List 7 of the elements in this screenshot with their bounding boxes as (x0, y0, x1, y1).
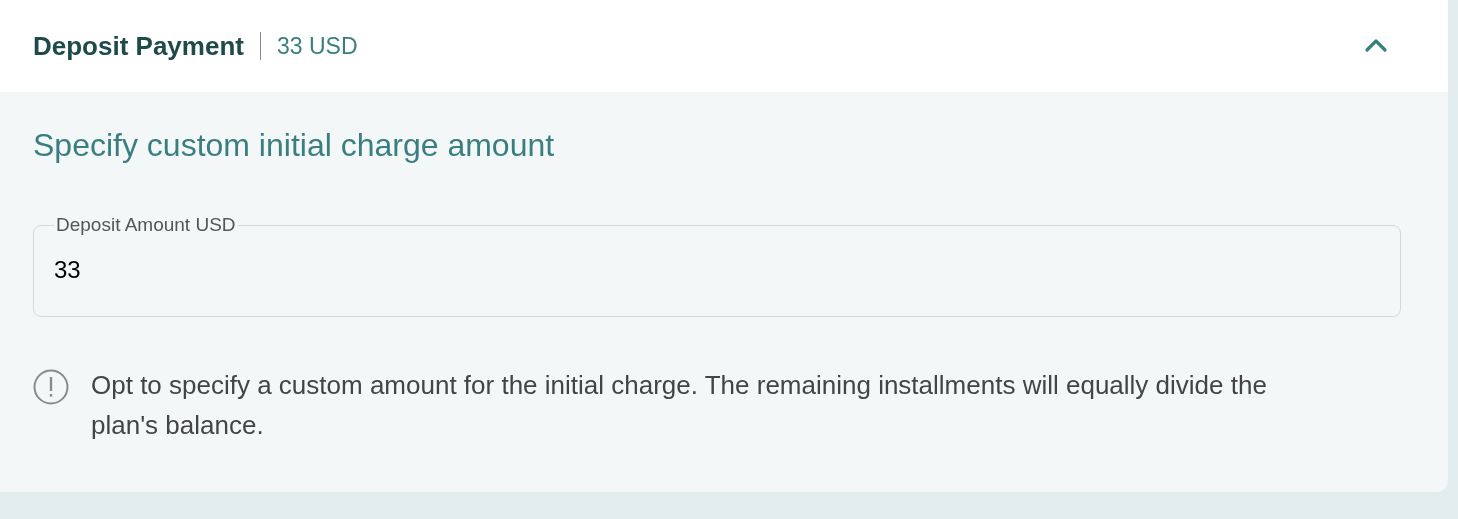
section-heading: Specify custom initial charge amount (33, 126, 556, 164)
field-label: Deposit Amount USD (55, 214, 237, 236)
amount-input[interactable]: 33 (54, 252, 1380, 288)
deposit-amount-summary: 33 USD (276, 31, 358, 61)
panel-title: Deposit Payment (33, 29, 244, 63)
info-text: Opt to specify a custom amount for the initial charge. The remaining installments will equally divide the plan's balance. (91, 369, 1268, 442)
info-icon (33, 369, 69, 405)
